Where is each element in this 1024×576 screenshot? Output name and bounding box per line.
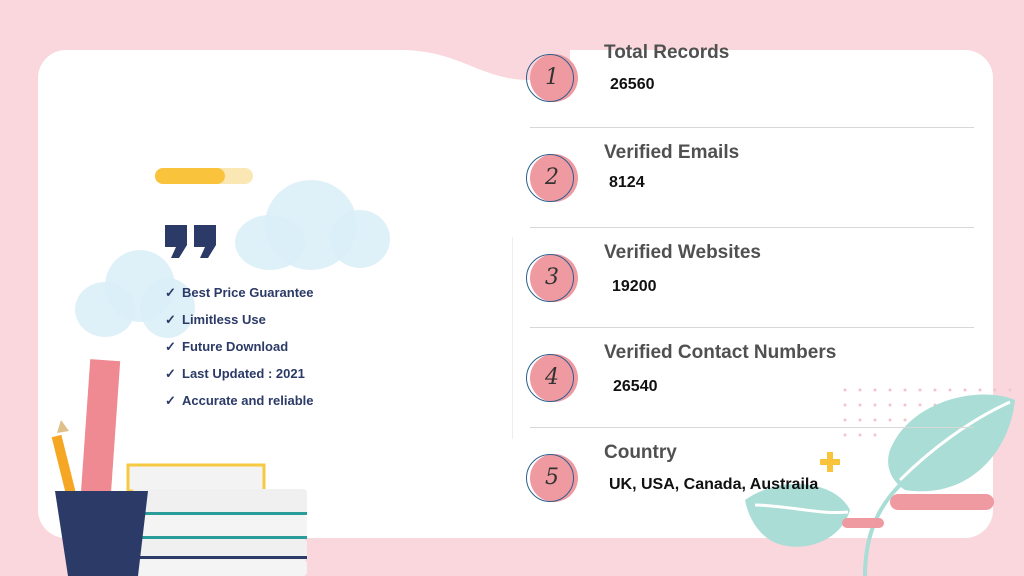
stationery-illustration (51, 359, 307, 576)
number-badge: 1 (526, 54, 578, 102)
quote-icon (165, 225, 216, 258)
checklist-text: Limitless Use (182, 312, 266, 327)
checklist-item: ✓ Best Price Guarantee (165, 279, 314, 306)
number-badge: 2 (526, 154, 578, 202)
divider (530, 127, 974, 128)
divider (530, 427, 974, 428)
stat-title: Country (604, 442, 677, 463)
vertical-divider (512, 237, 513, 439)
stat-title: Verified Emails (604, 142, 740, 163)
checklist-item: ✓ Limitless Use (165, 306, 314, 333)
cloud-decoration-right (235, 180, 395, 275)
stat-item-total-records: 1 Total Records 26560 (526, 42, 976, 152)
check-icon: ✓ (165, 311, 176, 327)
checklist-text: Future Download (182, 339, 289, 354)
stat-value: 26560 (610, 76, 655, 93)
stat-value: 26540 (613, 378, 658, 395)
checklist-text: Best Price Guarantee (182, 285, 314, 300)
stat-title: Verified Websites (604, 242, 761, 263)
number-badge: 4 (526, 354, 578, 402)
stat-title: Total Records (604, 42, 730, 63)
stat-title: Verified Contact Numbers (604, 342, 837, 363)
check-icon: ✓ (165, 338, 176, 354)
stat-item-country: 5 Country UK, USA, Canada, Austraila (526, 442, 976, 552)
number-badge: 3 (526, 254, 578, 302)
divider (530, 327, 974, 328)
stat-value: 19200 (612, 278, 657, 295)
stat-item-verified-websites: 3 Verified Websites 19200 (526, 242, 976, 352)
stat-value: UK, USA, Canada, Austraila (609, 476, 819, 493)
check-icon: ✓ (165, 284, 176, 300)
stat-value: 8124 (609, 174, 645, 191)
stat-item-verified-emails: 2 Verified Emails 8124 (526, 142, 976, 252)
number-badge: 5 (526, 454, 578, 502)
divider (530, 227, 974, 228)
stat-item-verified-contact-numbers: 4 Verified Contact Numbers 26540 (526, 342, 976, 452)
